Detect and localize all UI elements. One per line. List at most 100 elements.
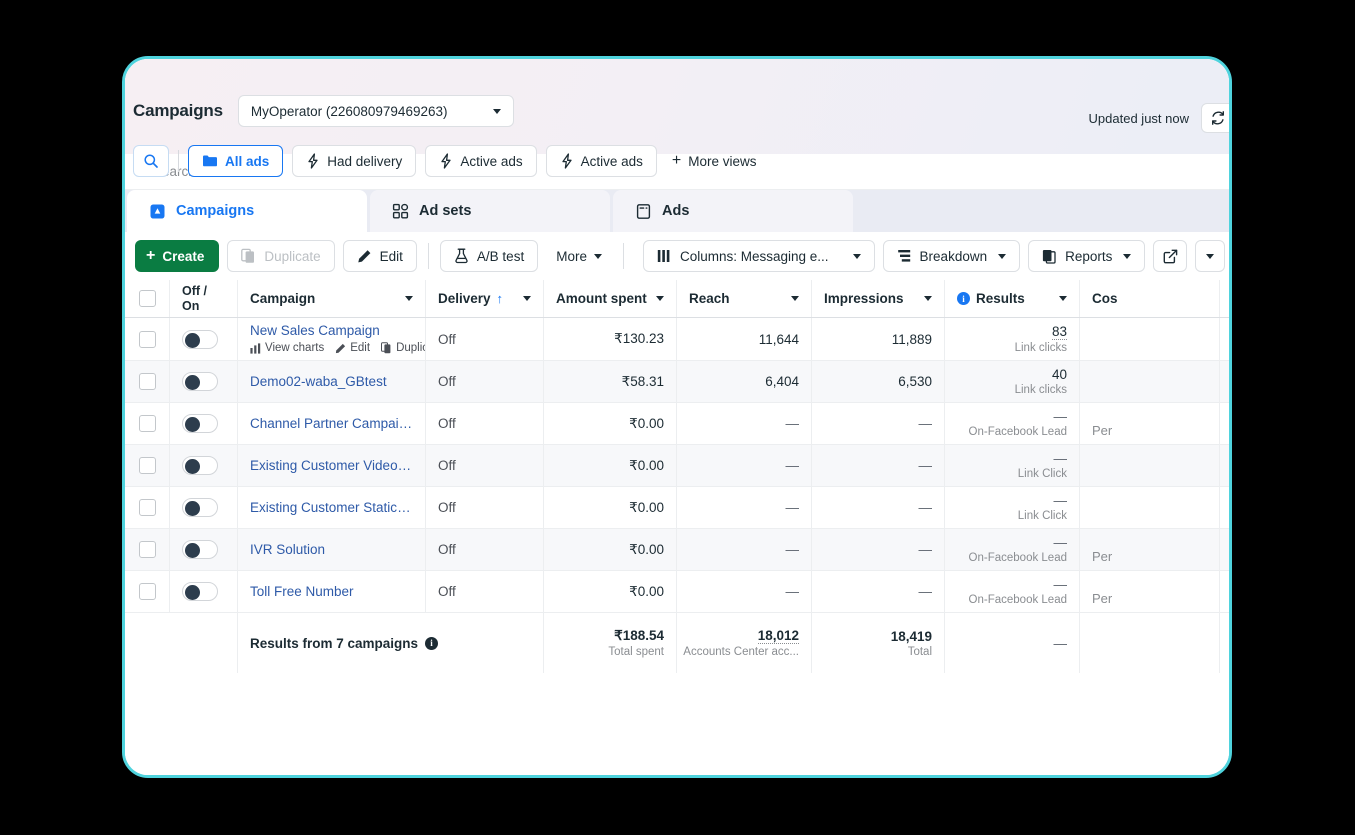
search-button[interactable] [133,145,169,177]
row-toggle-cell[interactable] [170,445,238,486]
row-select-cell[interactable] [125,571,170,612]
export-button[interactable] [1153,240,1187,272]
export-options-button[interactable] [1195,240,1225,272]
row-select-cell[interactable] [125,361,170,402]
column-header-cost[interactable]: Cos [1080,280,1220,317]
table-row[interactable]: Channel Partner Campaign Off ₹0.00 — — —… [125,403,1229,445]
tab-label: Campaigns [176,203,254,219]
row-checkbox[interactable] [139,457,156,474]
info-icon[interactable]: i [425,637,438,650]
chevron-down-icon [853,254,861,259]
column-header-amount-spent[interactable]: Amount spent [544,280,677,317]
onoff-toggle[interactable] [182,414,218,433]
row-checkbox[interactable] [139,331,156,348]
ab-test-button[interactable]: A/B test [440,240,538,272]
edit-action[interactable]: Edit [335,342,370,354]
campaign-name-link[interactable]: Toll Free Number [250,584,354,599]
edit-button[interactable]: Edit [343,240,417,272]
row-toggle-cell[interactable] [170,403,238,444]
table-row[interactable]: IVR Solution Off ₹0.00 — — — On-Facebook… [125,529,1229,571]
select-all-checkbox[interactable] [139,290,156,307]
column-header-delivery[interactable]: Delivery ↑ [426,280,544,317]
row-checkbox[interactable] [139,583,156,600]
row-results-cell: — On-Facebook Lead [945,403,1080,444]
row-select-cell[interactable] [125,445,170,486]
create-button[interactable]: + Create [135,240,219,272]
tab-ads[interactable]: Ads [613,190,853,232]
campaign-name-link[interactable]: Existing Customer Video Ads [250,458,413,473]
row-toggle-cell[interactable] [170,487,238,528]
reach-value: — [786,542,800,557]
row-cost-cell [1080,361,1220,402]
impressions-value: — [919,416,933,431]
info-icon[interactable]: i [957,292,970,305]
select-all-cell[interactable] [125,280,170,317]
row-toggle-cell[interactable] [170,318,238,360]
row-toggle-cell[interactable] [170,529,238,570]
row-checkbox[interactable] [139,541,156,558]
row-checkbox[interactable] [139,373,156,390]
results-label: On-Facebook Lead [969,594,1067,606]
row-select-cell[interactable] [125,403,170,444]
campaign-name-link[interactable]: Channel Partner Campaign [250,416,413,431]
table-row[interactable]: Demo02-waba_GBtest Off ₹58.31 6,404 6,53… [125,361,1229,403]
columns-button[interactable]: Columns: Messaging e... [643,240,875,272]
onoff-toggle[interactable] [182,456,218,475]
results-value[interactable]: 40 [1052,367,1067,382]
row-impressions-cell: 11,889 [812,318,945,360]
campaign-name-link[interactable]: Existing Customer Static Ads [250,500,413,515]
row-toggle-cell[interactable] [170,361,238,402]
table-row[interactable]: Toll Free Number Off ₹0.00 — — — On-Face… [125,571,1229,613]
filter-chip-all-ads[interactable]: All ads [188,145,283,177]
campaign-name-link[interactable]: Demo02-waba_GBtest [250,374,387,389]
onoff-toggle[interactable] [182,582,218,601]
columns-button-label: Columns: Messaging e... [680,249,829,264]
campaign-name-link[interactable]: New Sales Campaign [250,323,413,338]
tab-campaigns[interactable]: Campaigns [127,190,367,232]
column-header-reach[interactable]: Reach [677,280,812,317]
filter-chip-had-delivery[interactable]: Had delivery [292,145,416,177]
duplicate-action[interactable]: Duplicate [381,342,426,354]
row-checkbox[interactable] [139,499,156,516]
column-header-results[interactable]: i Results [945,280,1080,317]
app-card: Campaigns MyOperator (226080979469263) U… [122,56,1232,778]
more-views-button[interactable]: + More views [666,153,757,169]
row-amount-cell: ₹0.00 [544,445,677,486]
breakdown-button[interactable]: Breakdown [883,240,1021,272]
row-toggle-cell[interactable] [170,571,238,612]
row-select-cell[interactable] [125,529,170,570]
onoff-toggle[interactable] [182,540,218,559]
onoff-toggle[interactable] [182,372,218,391]
view-charts-action[interactable]: View charts [250,342,324,354]
summary-amount-label: Total spent [608,646,664,658]
results-value: — [1054,535,1068,550]
reports-button[interactable]: Reports [1028,240,1145,272]
refresh-button[interactable] [1201,103,1229,133]
row-select-cell[interactable] [125,487,170,528]
row-reach-cell: — [677,487,812,528]
table-row[interactable]: Existing Customer Static Ads Off ₹0.00 —… [125,487,1229,529]
account-selector[interactable]: MyOperator (226080979469263) [238,95,514,127]
table-row[interactable]: New Sales Campaign View charts [125,318,1229,361]
onoff-toggle[interactable] [182,330,218,349]
tab-ad-sets[interactable]: Ad sets [370,190,610,232]
summary-cost-cell [1080,613,1220,673]
duplicate-button[interactable]: Duplicate [227,240,334,272]
column-header-campaign[interactable]: Campaign [238,280,426,317]
row-checkbox[interactable] [139,415,156,432]
delivery-status: Off [438,416,456,431]
onoff-toggle[interactable] [182,498,218,517]
results-value[interactable]: 83 [1052,324,1067,341]
filter-chip-active-ads-1[interactable]: Active ads [425,145,536,177]
campaign-name-link[interactable]: IVR Solution [250,542,325,557]
summary-reach-label: Accounts Center acc... [683,646,799,658]
table-row[interactable]: Existing Customer Video Ads Off ₹0.00 — … [125,445,1229,487]
column-header-impressions[interactable]: Impressions [812,280,945,317]
more-button[interactable]: More [546,240,612,272]
filter-divider [178,150,179,172]
row-select-cell[interactable] [125,318,170,360]
reports-button-label: Reports [1065,249,1112,264]
row-campaign-cell: Toll Free Number [238,571,426,612]
filter-chip-active-ads-2[interactable]: Active ads [546,145,657,177]
delivery-status: Off [438,542,456,557]
